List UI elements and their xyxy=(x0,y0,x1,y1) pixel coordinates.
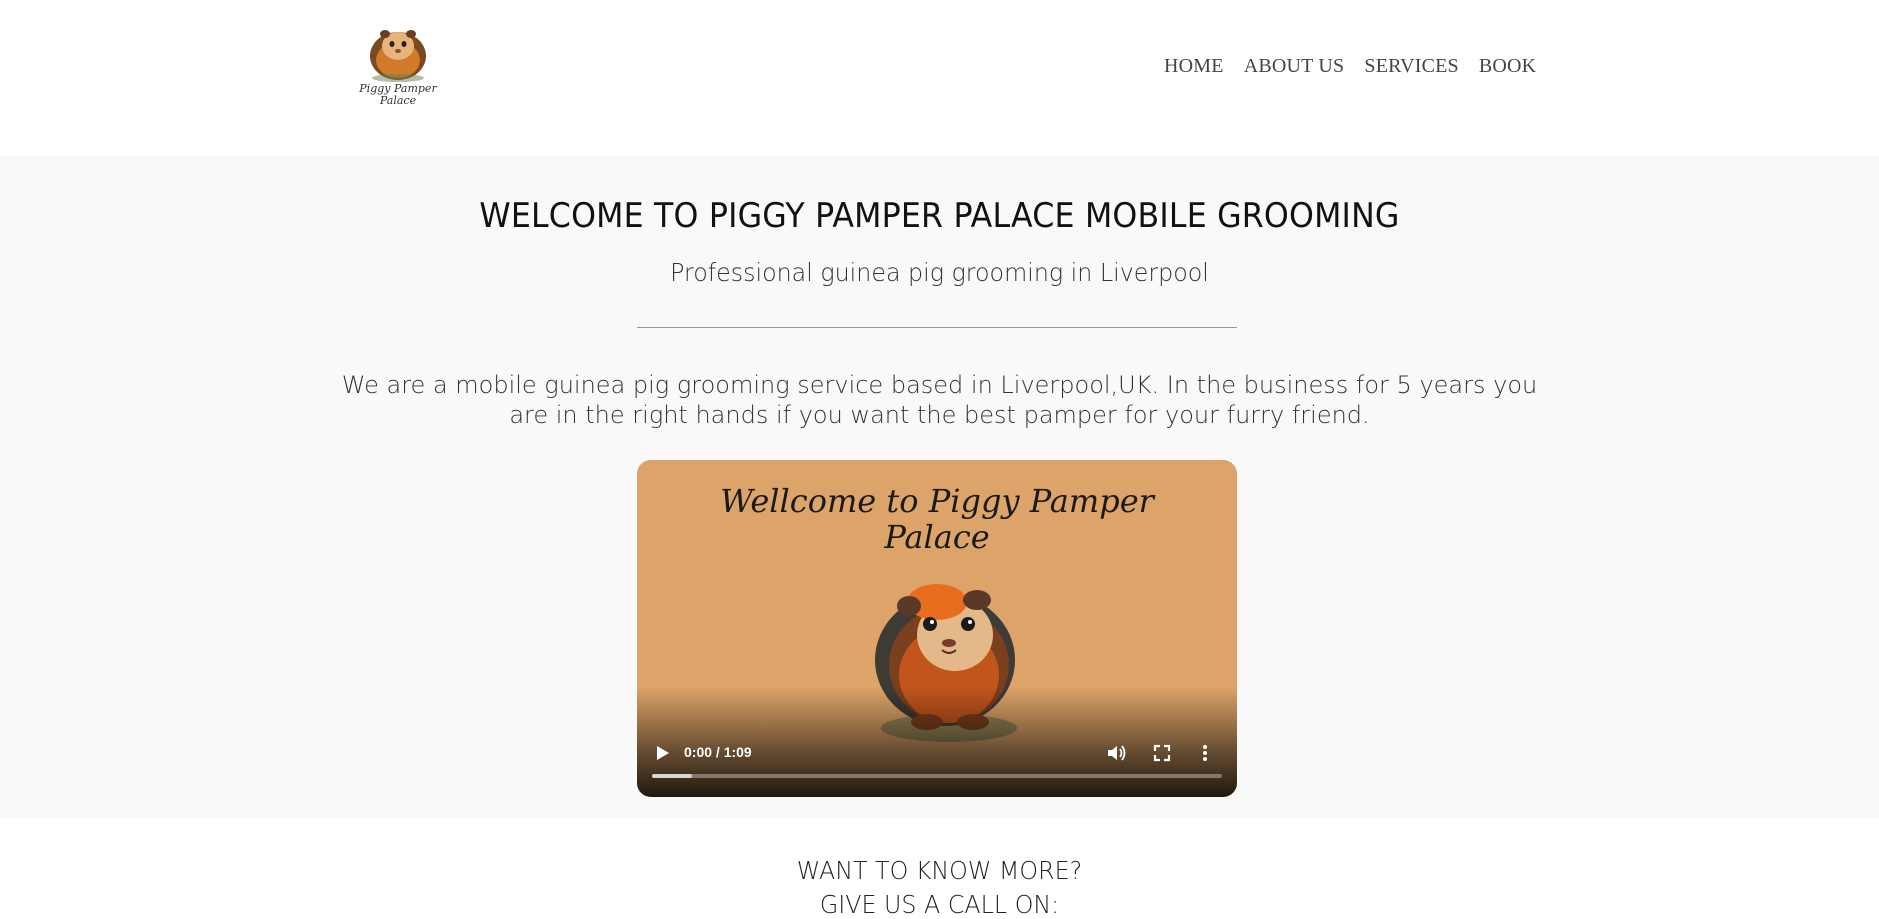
contact-call-text: GIVE US A CALL ON: xyxy=(819,890,1060,919)
fullscreen-icon[interactable] xyxy=(1152,743,1172,763)
svg-text:Palace: Palace xyxy=(379,94,417,107)
nav-book-link[interactable]: BOOK xyxy=(1479,54,1536,78)
logo-icon[interactable]: Piggy Pamper Palace xyxy=(358,12,438,108)
video-time: 0:00 / 1:09 xyxy=(684,744,752,760)
nav-services-link[interactable]: SERVICES xyxy=(1364,54,1458,78)
page-title: WELCOME TO PIGGY PAMPER PALACE MOBILE GR… xyxy=(479,196,1400,236)
video-progress-bar[interactable] xyxy=(652,774,1222,778)
hero-subtitle: Professional guinea pig grooming in Live… xyxy=(670,258,1209,287)
hero-section: WELCOME TO PIGGY PAMPER PALACE MOBILE GR… xyxy=(0,156,1879,818)
intro-paragraph: We are a mobile guinea pig grooming serv… xyxy=(341,371,1538,429)
divider xyxy=(637,327,1237,328)
intro-video-player[interactable]: Wellcome to Piggy Pamper Palace 0:00 / 1… xyxy=(637,460,1237,797)
nav-about-link[interactable]: ABOUT US xyxy=(1244,54,1345,78)
video-buffer-fill xyxy=(652,774,692,778)
main-nav: HOME ABOUT US SERVICES BOOK xyxy=(1164,54,1536,78)
video-title-line2: Palace xyxy=(883,518,989,556)
video-title-line1: Wellcome to Piggy Pamper xyxy=(720,482,1156,520)
more-vert-icon[interactable] xyxy=(1199,743,1211,763)
contact-section: WANT TO KNOW MORE? GIVE US A CALL ON: xyxy=(0,818,1879,919)
site-header: Piggy Pamper Palace HOME ABOUT US SERVIC… xyxy=(0,0,1879,156)
controls-gradient xyxy=(637,687,1237,797)
play-icon[interactable] xyxy=(652,743,672,763)
contact-heading: WANT TO KNOW MORE? xyxy=(796,856,1083,885)
volume-icon[interactable] xyxy=(1106,743,1128,763)
nav-home-link[interactable]: HOME xyxy=(1164,54,1224,78)
